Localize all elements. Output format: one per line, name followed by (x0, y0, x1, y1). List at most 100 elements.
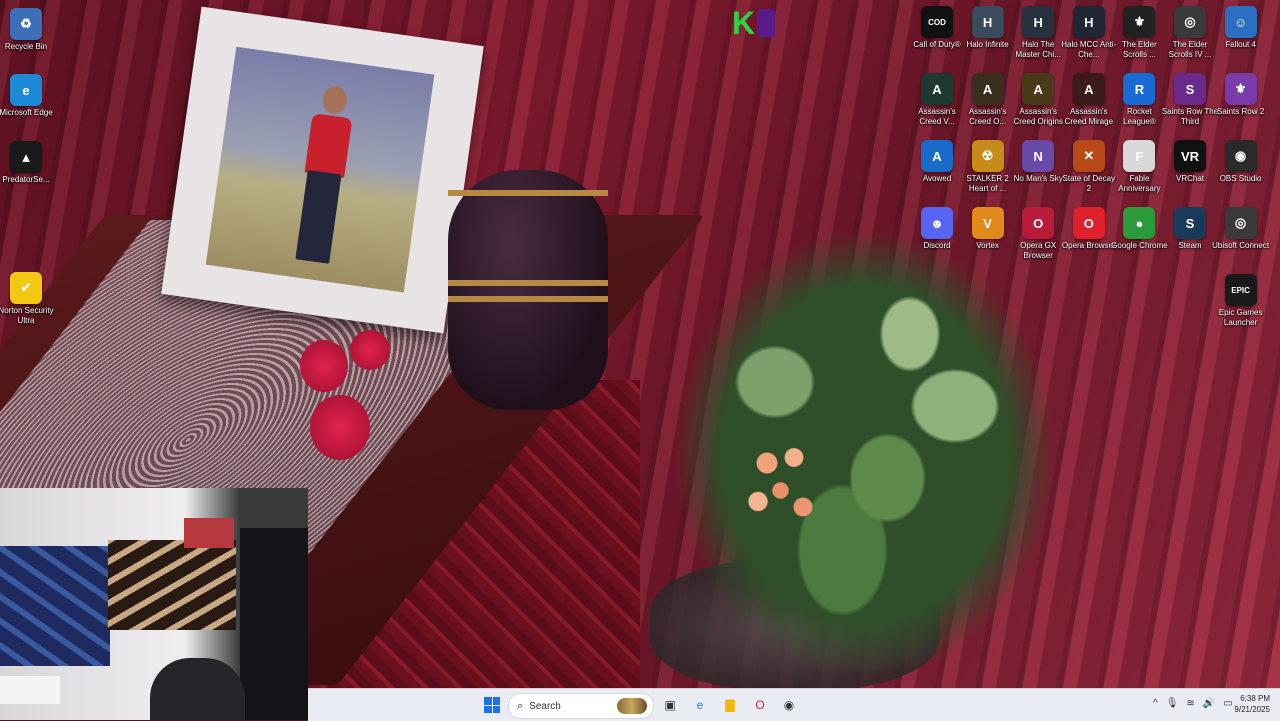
desktop-icon-label: OBS Studio (1219, 174, 1262, 183)
google-chrome-icon: ● (1123, 207, 1156, 239)
desktop-icon-label: Fallout 4 (1225, 40, 1256, 49)
predatorsense-icon: ▲ (10, 141, 42, 173)
desktop-icon-microsoft-edge[interactable]: e Microsoft Edge (0, 74, 53, 118)
wallpaper-person-legs (295, 169, 342, 264)
desktop-icon-label: Halo The Master Chi... (1015, 40, 1061, 59)
clock-time: 6:38 PM (1240, 694, 1270, 703)
assassins-creed-o-icon: A (971, 73, 1004, 105)
taskbar-app-opera-gx[interactable]: O (750, 695, 770, 715)
webcam-tapestry (108, 540, 236, 630)
desktop-icon-label: Rocket League® (1123, 107, 1156, 126)
desktop-icon-halo-mcc-anticheat[interactable]: H Halo MCC Anti-Che... (1061, 6, 1117, 60)
fallout-4-icon: ☺ (1224, 6, 1257, 38)
desktop-icon-label: Assassin's Creed Origins (1013, 107, 1063, 126)
desktop-icon-label: PredatorSe... (2, 175, 50, 184)
desktop-icon-label: STALKER 2 Heart of ... (966, 174, 1009, 193)
saints-row-2-icon: ⚜ (1224, 73, 1257, 105)
desktop-icon-assassins-creed-origins[interactable]: A Assassin's Creed Origins (1012, 73, 1064, 127)
opera-gx-browser-icon: O (1022, 207, 1055, 239)
desktop-icon-ubisoft-connect[interactable]: ◎ Ubisoft Connect (1212, 207, 1270, 251)
microsoft-edge-icon: e (10, 74, 42, 106)
volume-icon[interactable]: 🔊 (1203, 698, 1215, 709)
microphone-icon[interactable]: 🎙 (1166, 698, 1179, 709)
desktop-icon-elder-scrolls-iv[interactable]: ◎ The Elder Scrolls IV ... (1164, 6, 1216, 60)
desktop-icon-assassins-creed-v[interactable]: A Assassin's Creed V... (911, 73, 963, 127)
taskbar-search-box[interactable]: ⌕ Search (508, 693, 654, 719)
call-of-duty-icon: COD (921, 6, 953, 38)
taskbar-app-microsoft-edge[interactable]: e (690, 695, 710, 715)
saints-row-the-third-icon: S (1174, 73, 1206, 105)
desktop-icon-rocket-league[interactable]: R Rocket League® (1113, 73, 1165, 127)
overlay-logo-block-icon (757, 9, 776, 37)
desktop-icon-elder-scrolls-v[interactable]: ⚜ The Elder Scrolls ... (1113, 6, 1165, 60)
chevron-up-icon[interactable]: ^ (1153, 698, 1158, 709)
elder-scrolls-v-icon: ⚜ (1123, 6, 1156, 38)
system-tray: ^ 🎙 ≋ 🔊 ▭ (1153, 698, 1233, 709)
windows-logo-icon (484, 697, 492, 705)
desktop-icon-vrchat[interactable]: VR VRChat (1164, 140, 1216, 184)
taskbar-app-recorder-app[interactable]: ◉ (779, 695, 799, 715)
desktop-icon-stalker-2[interactable]: ☢ STALKER 2 Heart of ... (962, 140, 1014, 194)
desktop-icon-call-of-duty[interactable]: COD Call of Duty® (911, 6, 963, 50)
wifi-icon[interactable]: ≋ (1186, 698, 1194, 709)
wallpaper-rose (350, 330, 390, 370)
norton-security-ultra-icon: ✔ (10, 272, 42, 304)
desktop-icon-label: Fable Anniversary (1118, 174, 1161, 193)
halo-mcc-icon: H (1022, 6, 1055, 38)
no-mans-sky-icon: N (1022, 140, 1055, 172)
desktop-icon-assassins-creed-o[interactable]: A Assassin's Creed O... (962, 73, 1014, 127)
desktop-icon-label: Ubisoft Connect (1212, 241, 1270, 250)
desktop-icon-google-chrome[interactable]: ● Google Chrome (1111, 207, 1168, 251)
wallpaper-rose (310, 395, 370, 460)
desktop-icon-norton-security-ultra[interactable]: ✔ Norton Security Ultra (0, 272, 54, 326)
desktop-icon-label: No Man's Sky (1013, 174, 1063, 183)
desktop-icon-discord[interactable]: ☻ Discord (911, 207, 963, 251)
desktop-icon-saints-row-the-third[interactable]: S Saints Row The Third (1162, 73, 1218, 127)
desktop-icon-label: Epic Games Launcher (1218, 308, 1263, 327)
desktop-icon-halo-infinite[interactable]: H Halo Infinite (962, 6, 1014, 50)
desktop-icon-label: Steam (1178, 241, 1202, 250)
desktop-icon-label: The Elder Scrolls IV ... (1168, 40, 1212, 59)
discord-icon: ☻ (921, 207, 953, 239)
desktop-icon-epic-games-launcher[interactable]: EPIC Epic Games Launcher (1215, 274, 1267, 328)
webcam-tapestry (0, 546, 110, 666)
desktop-icon-label: Halo MCC Anti-Che... (1061, 40, 1117, 59)
wallpaper-photo-frame (161, 6, 484, 334)
wallpaper-person-head (321, 84, 349, 116)
taskbar-app-task-view[interactable]: ▣ (660, 695, 680, 715)
desktop-icon-halo-mcc[interactable]: H Halo The Master Chi... (1012, 6, 1064, 60)
desktop-icon-obs-studio[interactable]: ◉ OBS Studio (1215, 140, 1267, 184)
battery-icon[interactable]: ▭ (1223, 698, 1232, 709)
avowed-icon: A (921, 140, 953, 172)
desktop-icon-label: Google Chrome (1111, 241, 1168, 250)
desktop-icon-vortex[interactable]: V Vortex (962, 207, 1014, 251)
desktop-icon-no-mans-sky[interactable]: N No Man's Sky (1012, 140, 1064, 184)
desktop-icon-fable-anniversary[interactable]: F Fable Anniversary (1113, 140, 1165, 194)
desktop-icon-recycle-bin[interactable]: ♻ Recycle Bin (0, 8, 52, 52)
desktop-icon-opera-gx-browser[interactable]: O Opera GX Browser (1012, 207, 1064, 261)
desktop-icon-avowed[interactable]: A Avowed (911, 140, 963, 184)
desktop-icon-label: State of Decay 2 (1062, 174, 1116, 193)
desktop-icon-steam[interactable]: S Steam (1164, 207, 1216, 251)
stalker-2-icon: ☢ (971, 140, 1004, 172)
taskbar-app-file-explorer[interactable]: ▇ (720, 695, 740, 715)
desktop-icon-state-of-decay-2[interactable]: ✕ State of Decay 2 (1063, 140, 1115, 194)
desktop-icon-assassins-creed-mirage[interactable]: A Assassin's Creed Mirage (1063, 73, 1115, 127)
desktop-icon-label: Assassin's Creed Mirage (1064, 107, 1114, 126)
start-button[interactable] (484, 697, 500, 713)
desktop-icon-saints-row-2[interactable]: ⚜ Saints Row 2 (1215, 73, 1267, 117)
desktop-icon-fallout-4[interactable]: ☺ Fallout 4 (1215, 6, 1267, 50)
wallpaper-plant (640, 190, 1090, 670)
desktop-icon-label: Discord (923, 241, 951, 250)
overlay-app-logo[interactable]: K (732, 5, 796, 41)
webcam-shelf (184, 518, 234, 548)
wallpaper-urn-band (448, 190, 608, 196)
wallpaper-urn (448, 170, 608, 410)
desktop-icon-label: Call of Duty® (913, 40, 961, 49)
desktop-icon-predatorsense[interactable]: ▲ PredatorSe... (0, 141, 52, 185)
desktop-icon-opera-browser[interactable]: O Opera Browser (1062, 207, 1116, 251)
webcam-window (0, 676, 60, 704)
desktop-icon-label: Recycle Bin (4, 42, 48, 51)
wallpaper-urn-band (448, 280, 608, 286)
taskbar-clock[interactable]: 6:38 PM 9/21/2025 (1234, 693, 1270, 715)
